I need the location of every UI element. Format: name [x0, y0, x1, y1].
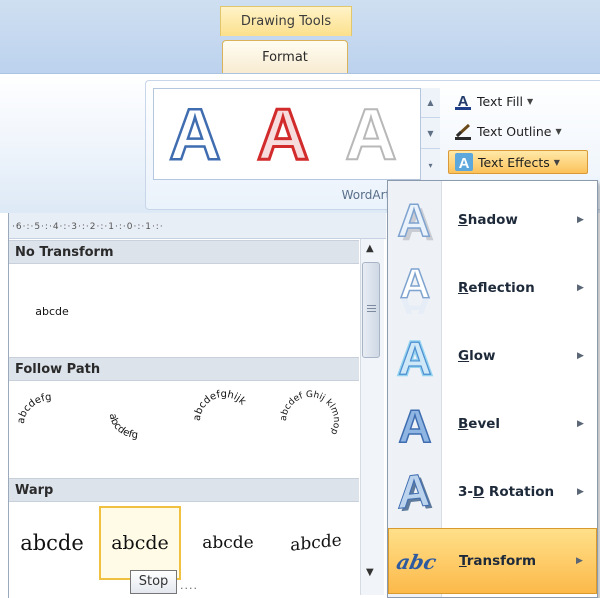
menu-label-reflection: Reflection [458, 280, 535, 296]
svg-text:A: A [398, 400, 431, 448]
menu-label-shadow: Shadow [458, 212, 518, 228]
svg-text:A: A [400, 289, 430, 314]
warp-sample-4: abcde [290, 530, 342, 556]
submenu-arrow-icon: ▶ [577, 351, 584, 361]
gallery-more-icon[interactable]: ▾ [421, 150, 440, 180]
tab-format[interactable]: Format [222, 40, 348, 75]
svg-text:A: A [459, 155, 470, 171]
scroll-up-icon[interactable]: ▲ [366, 243, 374, 254]
submenu-arrow-icon: ▶ [577, 283, 584, 293]
scroll-down-icon[interactable]: ▼ [366, 567, 374, 578]
submenu-arrow-icon: ▶ [577, 487, 584, 497]
text-outline-label: Text Outline [477, 123, 552, 139]
svg-text:A: A [169, 97, 221, 169]
tooltip: Stop [130, 570, 177, 594]
text-fill-label: Text Fill [477, 93, 523, 109]
svg-text:A: A [397, 196, 430, 244]
follow-path-arch-up[interactable]: abcdefg [14, 384, 90, 458]
arch-down-path-icon: abcdefg [107, 413, 139, 441]
warp-sample-3: abcde [202, 533, 254, 553]
text-effects-icon: A [453, 152, 475, 172]
button-path-icon: abcdef Ghij klmnop [279, 390, 341, 436]
warp-stop[interactable]: abcde [99, 506, 181, 580]
menu-item-bevel[interactable]: A Bevel ▶ [388, 390, 597, 458]
3d-rotation-icon: AA [388, 466, 442, 518]
wordart-style-red[interactable]: A [245, 93, 321, 173]
text-fill-icon: A [452, 91, 474, 111]
wordart-a-blue-icon: A [168, 97, 223, 169]
section-warp: Warp [9, 478, 359, 502]
submenu-arrow-icon: ▶ [576, 556, 583, 566]
menu-item-reflection[interactable]: AA Reflection ▶ [388, 254, 597, 322]
svg-text:A: A [397, 466, 430, 518]
gallery-scroll-up-icon[interactable]: ▲ [421, 88, 440, 118]
menu-item-transform[interactable]: abc Transform ▶ [388, 528, 597, 594]
svg-text:abcdefg: abcdefg [107, 413, 139, 441]
svg-text:abcdef Ghij klmnop: abcdef Ghij klmnop [279, 390, 341, 436]
follow-path-arch-down[interactable]: abcdefg [100, 384, 176, 458]
warp-triangle-down[interactable]: abcde [275, 502, 357, 585]
glow-icon: AA [388, 332, 442, 380]
warp-triangle-up[interactable]: abcde [187, 506, 269, 580]
menu-label-glow: Glow [458, 348, 496, 364]
gallery-scroll-down-icon[interactable]: ▼ [421, 119, 440, 149]
svg-text:abcdefghijk: abcdefghijk [192, 389, 248, 421]
menu-label-3d-rotation: 3-D Rotation [458, 484, 555, 500]
follow-path-button[interactable]: abcdef Ghij klmnop [272, 384, 348, 458]
dropdown-arrow-icon: ▼ [555, 126, 562, 136]
dropdown-arrow-icon: ▼ [553, 157, 560, 167]
resize-grip-icon[interactable]: ···· [180, 582, 198, 595]
transform-icon: abc [389, 541, 443, 581]
warp-sample-2: abcde [111, 532, 169, 554]
wordart-a-red-icon: A [256, 97, 311, 169]
menu-label-transform: Transform [459, 553, 537, 569]
submenu-arrow-icon: ▶ [577, 419, 584, 429]
submenu-arrow-icon: ▶ [577, 215, 584, 225]
wordart-style-blue[interactable]: A [157, 93, 233, 173]
bevel-icon: A [388, 400, 442, 448]
svg-text:abcdefg: abcdefg [16, 392, 52, 425]
text-outline-button[interactable]: Text Outline ▼ [448, 119, 562, 143]
text-fill-button[interactable]: A Text Fill ▼ [448, 89, 533, 113]
menu-item-3d-rotation[interactable]: AA 3-D Rotation ▶ [388, 458, 597, 526]
gallery-scrollbar[interactable]: ▲ ▼ ▾ [420, 88, 440, 180]
arch-up-path-icon: abcdefg [16, 392, 52, 425]
scrollbar-thumb[interactable] [362, 262, 380, 358]
warp-sample-1: abcde [20, 531, 84, 555]
section-no-transform: No Transform [9, 240, 359, 264]
wordart-style-white[interactable]: A [333, 93, 409, 173]
menu-item-shadow[interactable]: AA Shadow ▶ [388, 186, 597, 254]
menu-item-glow[interactable]: AA Glow ▶ [388, 322, 597, 390]
circle-path-icon: abcdefghijk [192, 389, 248, 421]
svg-text:A: A [257, 97, 309, 169]
horizontal-ruler: ·6·:·5·:·4·:·3·:·2·:·1·:·0·:·1·:· [9, 213, 386, 239]
wordart-a-white-icon: A [344, 97, 398, 169]
svg-text:abc: abc [394, 550, 438, 574]
warp-plain[interactable]: abcde [11, 506, 93, 580]
no-transform-sample: abcde [35, 304, 69, 318]
text-effects-label: Text Effects [478, 154, 550, 170]
reflection-icon: AA [388, 262, 442, 314]
menu-label-bevel: Bevel [458, 416, 501, 432]
shadow-icon: AA [388, 196, 442, 244]
follow-path-circle[interactable]: abcdefghijk [186, 384, 262, 458]
svg-text:A: A [345, 97, 397, 169]
drawing-tools-contextual-label: Drawing Tools [220, 6, 352, 36]
text-outline-icon [452, 121, 474, 141]
svg-text:A: A [398, 332, 431, 380]
dropdown-arrow-icon: ▼ [526, 96, 534, 106]
text-effects-button[interactable]: A Text Effects ▼ [448, 150, 588, 174]
section-follow-path: Follow Path [9, 357, 359, 381]
transform-no-transform[interactable]: abcde [14, 274, 90, 348]
